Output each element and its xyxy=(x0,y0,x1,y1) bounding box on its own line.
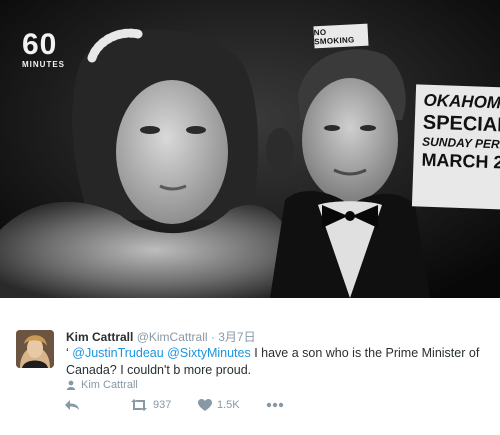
heart-icon xyxy=(198,399,212,411)
logo-word: MINUTES xyxy=(22,60,65,69)
sixty-minutes-logo: 60 MINUTES xyxy=(22,28,65,70)
tweet-photo[interactable]: 60 MINUTES NO SMOKING OKAHOM SPECIAL SUN… xyxy=(0,0,500,298)
more-icon xyxy=(266,402,284,408)
person-icon xyxy=(66,380,76,390)
more-button[interactable] xyxy=(266,402,284,408)
retweet-count: 937 xyxy=(153,399,172,411)
logo-number: 60 xyxy=(22,28,58,61)
tweet-text: ‘ @JustinTrudeau @SixtyMinutes I have a … xyxy=(66,345,486,379)
mention-justintrudeau[interactable]: @JustinTrudeau xyxy=(72,346,163,360)
avatar[interactable] xyxy=(16,330,54,368)
author-handle[interactable]: @KimCattrall xyxy=(137,330,208,344)
avatar-image xyxy=(16,330,54,368)
retweet-icon xyxy=(131,399,147,411)
tweet-actions: 937 1.5K xyxy=(64,399,284,411)
reply-icon xyxy=(65,400,79,410)
tweet: Kim Cattrall @KimCattrall · 3月7日 ‘ @Just… xyxy=(0,318,500,435)
retweeted-by: Kim Cattrall xyxy=(66,379,138,391)
retweet-button[interactable]: 937 xyxy=(130,399,198,411)
author-name[interactable]: Kim Cattrall xyxy=(66,330,133,344)
no-smoking-sign: NO SMOKING xyxy=(313,23,369,49)
retweeted-by-name[interactable]: Kim Cattrall xyxy=(81,379,138,391)
theatre-poster: OKAHOM SPECIAL SUNDAY PERFORM MARCH 22 xyxy=(411,84,500,210)
tweet-date[interactable]: 3月7日 xyxy=(218,330,255,344)
reply-button[interactable] xyxy=(64,399,130,411)
mention-sixtyminutes[interactable]: @SixtyMinutes xyxy=(167,346,251,360)
poster-line-2: SPECIAL xyxy=(422,112,500,138)
header-separator: · xyxy=(210,330,215,344)
tweet-header: Kim Cattrall @KimCattrall · 3月7日 xyxy=(66,328,256,345)
like-button[interactable]: 1.5K xyxy=(198,399,266,411)
poster-line-4: MARCH 22 xyxy=(421,149,500,173)
like-count: 1.5K xyxy=(217,399,240,411)
